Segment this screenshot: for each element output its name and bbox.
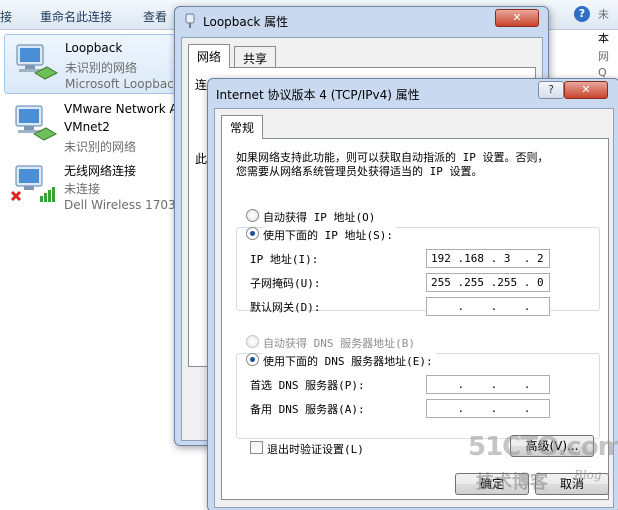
validate-on-exit-label: 退出时验证设置(L) [267,443,364,456]
default-gateway-field[interactable]: . . . [426,297,550,316]
connection-device: 未识别的网络 [64,140,137,154]
connection-item-wireless[interactable]: 无线网络连接 未连接 Dell Wireless 1703 [4,156,184,216]
fragment-label: 此 [195,152,208,166]
ip-address-field[interactable]: 192 .168 . 3 . 2 [426,249,550,268]
close-button[interactable]: ✕ [564,81,608,99]
tab-panel: 如果网络支持此功能，则可以获取自动指派的 IP 设置。否则， 您需要从网络系统管… [221,138,609,500]
connection-status: 未识别的网络 [65,61,138,75]
tab-sharing[interactable]: 共享 [234,46,277,68]
ip-address-label: IP 地址(I): [250,253,319,266]
help-button[interactable]: ? [538,81,564,99]
fragment-label: 连 [195,78,208,92]
connection-status: VMnet2 [64,120,110,134]
subnet-mask-field[interactable]: 255 .255 .255 . 0 [426,273,550,292]
ipv4-properties-dialog: Internet 协议版本 4 (TCP/IPv4) 属性 ? ✕ 常规 如果网… [207,78,618,510]
connection-name: 无线网络连接 [64,164,137,178]
network-adapter-icon [15,105,58,141]
manual-dns-radio[interactable] [246,353,259,366]
manual-ip-label: 使用下面的 IP 地址(S): [263,227,396,243]
validate-on-exit-checkbox[interactable] [250,441,263,454]
description-line-2: 您需要从网络系统管理员处获得适当的 IP 设置。 [236,165,483,178]
toolbar-item-connect[interactable]: 接 [0,8,12,25]
right-fragment: 本 [598,32,609,45]
manual-ip-radio[interactable] [246,227,259,240]
advanced-button[interactable]: 高级(V)... [510,435,594,457]
default-gateway-label: 默认网关(D): [250,301,321,314]
network-adapter-icon [185,13,195,28]
tab-network[interactable]: 网络 [188,44,231,68]
title-bar: Loopback 属性 ✕ [175,7,548,35]
connection-device: Dell Wireless 1703 [64,198,176,212]
connection-name: Loopback [65,41,123,55]
connection-device: Microsoft Loopbac [65,77,174,91]
ok-button[interactable]: 确定 [455,473,529,495]
alternate-dns-field[interactable]: . . . [426,399,550,418]
toolbar-view[interactable]: 查看 [143,8,167,25]
close-button[interactable]: ✕ [495,9,539,27]
preferred-dns-field[interactable]: . . . [426,375,550,394]
right-fragment: 未 [598,8,609,21]
auto-dns-label: 自动获得 DNS 服务器地址(B) [263,337,415,350]
toolbar-rename-connection[interactable]: 重命名此连接 [40,8,112,25]
dialog-title: Internet 协议版本 4 (TCP/IPv4) 属性 [216,88,420,102]
alternate-dns-label: 备用 DNS 服务器(A): [250,403,365,416]
preferred-dns-label: 首选 DNS 服务器(P): [250,379,365,392]
auto-ip-radio[interactable] [246,209,259,222]
connection-status: 未连接 [64,182,101,196]
help-icon[interactable]: ? [574,6,590,22]
auto-dns-radio[interactable] [246,335,259,348]
tab-general[interactable]: 常规 [221,115,264,139]
right-fragment: 网 [598,50,609,63]
wireless-adapter-icon [10,165,55,202]
manual-dns-label: 使用下面的 DNS 服务器地址(E): [263,353,436,369]
connection-item-vmware[interactable]: VMware Network A VMnet2 未识别的网络 [4,96,184,156]
connection-item-loopback[interactable]: Loopback 未识别的网络 Microsoft Loopbac [4,34,184,94]
subnet-mask-label: 子网掩码(U): [250,277,321,290]
auto-ip-label: 自动获得 IP 地址(O) [263,211,376,224]
title-bar: Internet 协议版本 4 (TCP/IPv4) 属性 ? ✕ [208,79,618,107]
connection-name: VMware Network A [64,102,178,116]
dialog-title: Loopback 属性 [203,15,289,29]
cancel-button[interactable]: 取消 [535,473,609,495]
dialog-client: 常规 如果网络支持此功能，则可以获取自动指派的 IP 设置。否则， 您需要从网络… [214,108,614,508]
network-adapter-icon [16,44,59,80]
